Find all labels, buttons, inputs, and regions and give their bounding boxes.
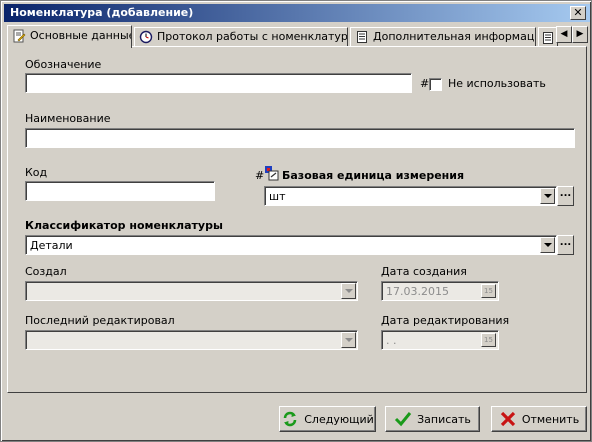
not-used-label: Не использовать [448, 77, 546, 90]
document-edit-icon [12, 29, 26, 43]
designation-label: Обозначение [25, 58, 102, 71]
classifier-ellipsis-button[interactable]: ... [557, 235, 574, 255]
edited-date-label: Дата редактирования [381, 314, 510, 327]
document-icon [355, 30, 369, 44]
edited-date-picker: . . 15 [381, 330, 499, 350]
tab-main-data[interactable]: Основные данные [7, 25, 132, 48]
base-unit-label: Базовая единица измерения [282, 169, 465, 182]
not-used-prefix: # [420, 77, 430, 90]
cancel-x-icon [499, 410, 517, 428]
not-used-checkbox[interactable] [429, 78, 442, 91]
edited-date-value: . . [386, 334, 397, 347]
created-by-dropdown-button [341, 283, 356, 299]
created-date-value: 17.03.2015 [386, 285, 449, 298]
tab-scroll-left-button[interactable]: ◀ [556, 26, 572, 43]
cancel-button[interactable]: Отменить [491, 406, 587, 432]
window-title: Номенклатура (добавление) [10, 6, 194, 19]
last-editor-dropdown-button [341, 332, 356, 348]
base-unit-ellipsis-button[interactable]: ... [557, 186, 574, 206]
tab-label: Дополнительная информация [373, 30, 536, 43]
tab-label: Протокол работы с номенклатурой [157, 30, 348, 43]
close-icon: ✕ [573, 6, 583, 19]
tab-scroll-right-button[interactable]: ▶ [572, 26, 588, 43]
cancel-button-label: Отменить [521, 412, 580, 426]
tab-protocol[interactable]: Протокол работы с номенклатурой [134, 27, 348, 47]
dialog-window: Номенклатура (добавление) ✕ Основные дан… [0, 0, 592, 442]
chevron-down-icon [543, 243, 552, 247]
next-button-label: Следующий [304, 412, 374, 426]
refresh-icon [281, 410, 299, 428]
clock-icon [139, 30, 153, 44]
calendar-icon: 15 [481, 284, 496, 298]
tab-label: Основные данные [30, 29, 132, 42]
base-unit-dropdown-button[interactable] [540, 188, 555, 204]
calendar-icon: 15 [481, 333, 496, 347]
document-icon [541, 31, 555, 45]
classifier-label: Классификатор номенклатуры [25, 219, 223, 232]
classifier-value: Детали [30, 239, 73, 252]
classifier-combobox[interactable]: Детали [25, 235, 557, 255]
classifier-dropdown-button[interactable] [540, 237, 555, 253]
name-input[interactable] [25, 128, 575, 148]
tab-panel-main-data: Обозначение # Не использовать Наименован… [7, 46, 587, 393]
created-by-label: Создал [25, 265, 67, 278]
base-unit-prefix: # [255, 169, 265, 182]
base-unit-combobox[interactable]: шт [264, 186, 557, 206]
base-unit-value: шт [269, 190, 286, 203]
close-button[interactable]: ✕ [570, 6, 586, 20]
code-input[interactable] [25, 181, 215, 201]
name-label: Наименование [25, 112, 111, 125]
tab-additional-info[interactable]: Дополнительная информация [350, 27, 536, 47]
title-bar[interactable]: Номенклатура (добавление) ✕ [4, 4, 590, 22]
arrow-right-icon: ▶ [576, 29, 584, 39]
created-date-picker: 17.03.2015 15 [381, 281, 499, 301]
next-button[interactable]: Следующий [279, 406, 376, 432]
designation-input[interactable] [25, 73, 412, 93]
created-by-combobox [25, 281, 358, 301]
save-button[interactable]: Записать [385, 406, 480, 432]
created-date-label: Дата создания [381, 265, 467, 278]
chevron-down-icon [543, 194, 552, 198]
save-button-label: Записать [417, 412, 471, 426]
tab-strip: Основные данные Протокол работы с номенк… [7, 25, 588, 48]
units-icon [264, 165, 280, 181]
arrow-left-icon: ◀ [560, 29, 568, 39]
tab-overflow[interactable] [538, 27, 558, 47]
checkmark-icon [394, 410, 412, 428]
last-editor-combobox [25, 330, 358, 350]
chevron-down-icon [344, 338, 353, 342]
chevron-down-icon [344, 289, 353, 293]
last-editor-label: Последний редактировал [25, 314, 175, 327]
code-label: Код [25, 166, 48, 179]
